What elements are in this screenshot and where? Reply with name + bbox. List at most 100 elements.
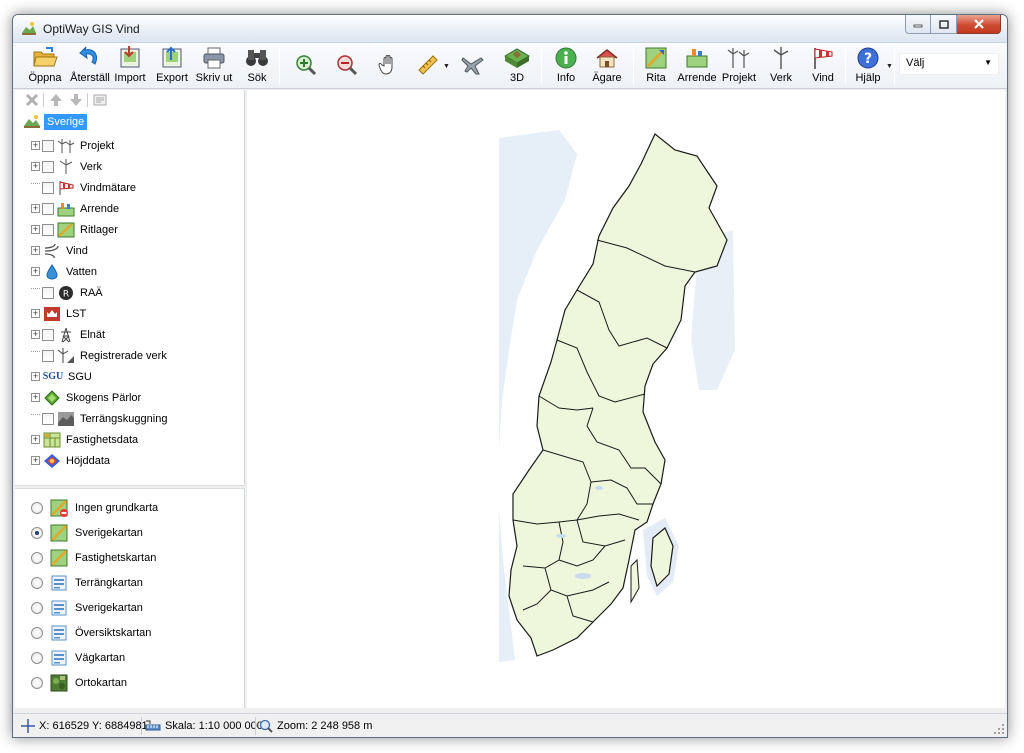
layer-checkbox[interactable] bbox=[42, 181, 54, 194]
close-button[interactable] bbox=[957, 15, 1001, 34]
basemap-option-vagkartan[interactable]: Vägkartan bbox=[31, 647, 125, 669]
sweden-map[interactable] bbox=[247, 90, 1005, 708]
layer-row-ritlager[interactable]: + Ritlager bbox=[31, 219, 118, 240]
layer-row-projekt[interactable]: + Projekt bbox=[31, 135, 114, 156]
lease-button[interactable]: Arrende bbox=[677, 45, 717, 87]
maximize-button[interactable] bbox=[931, 15, 957, 34]
lst-crown-icon bbox=[42, 305, 62, 323]
draw-button[interactable]: Rita bbox=[641, 45, 671, 87]
layer-row-vind[interactable]: + Vind bbox=[31, 240, 88, 261]
basemap-radio[interactable] bbox=[31, 627, 43, 639]
layer-row-skogens-parlor[interactable]: + Skogens Pärlor bbox=[31, 387, 141, 408]
layer-row-fastighetsdata[interactable]: + Fastighetsdata bbox=[31, 429, 138, 450]
basemap-option-oversiktskartan[interactable]: Översiktskartan bbox=[31, 622, 151, 644]
basemap-radio-selected[interactable] bbox=[31, 527, 43, 539]
expand-toggle[interactable]: + bbox=[31, 204, 40, 213]
expand-toggle[interactable]: + bbox=[31, 330, 40, 339]
basemap-radio[interactable] bbox=[31, 552, 43, 564]
expand-toggle[interactable]: + bbox=[31, 141, 40, 150]
window-controls bbox=[905, 15, 1001, 35]
remove-layer-button[interactable] bbox=[23, 91, 41, 109]
zoom-text: Zoom: 2 248 958 m bbox=[277, 720, 373, 732]
expand-toggle[interactable]: + bbox=[31, 309, 40, 318]
layer-row-hojddata[interactable]: + Höjddata bbox=[31, 450, 110, 471]
expand-toggle[interactable]: + bbox=[31, 246, 40, 255]
export-button[interactable]: Export bbox=[155, 45, 189, 87]
3d-view-button[interactable]: 3D bbox=[499, 45, 535, 87]
status-coordinates: X: 616529 Y: 6884981 bbox=[21, 718, 148, 734]
expand-toggle[interactable]: + bbox=[31, 435, 40, 444]
layer-row-vatten[interactable]: + Vatten bbox=[31, 261, 97, 282]
layer-row-elnat[interactable]: + Elnät bbox=[31, 324, 105, 345]
basemap-option-ortokartan[interactable]: Ortokartan bbox=[31, 672, 127, 694]
search-button[interactable]: Sök bbox=[245, 45, 269, 87]
layer-label: Skogens Pärlor bbox=[66, 391, 142, 404]
layer-row-verk[interactable]: + Verk bbox=[31, 156, 102, 177]
open-button[interactable]: Öppna bbox=[27, 45, 63, 87]
toolbar-separator bbox=[894, 48, 895, 84]
expand-toggle[interactable]: + bbox=[31, 267, 40, 276]
layer-checkbox[interactable] bbox=[42, 139, 54, 152]
expand-toggle[interactable]: + bbox=[31, 162, 40, 171]
move-up-button[interactable] bbox=[47, 91, 65, 109]
owner-button[interactable]: Ägare bbox=[591, 45, 623, 87]
zoom-in-button[interactable] bbox=[293, 53, 319, 95]
layer-row-raa[interactable]: R RAÄ bbox=[31, 282, 103, 303]
layer-checkbox[interactable] bbox=[42, 349, 54, 362]
move-down-button[interactable] bbox=[67, 91, 85, 109]
layer-row-terrangskuggning[interactable]: Terrängskuggning bbox=[31, 408, 167, 429]
pan-button[interactable] bbox=[376, 53, 402, 95]
layer-properties-button[interactable] bbox=[91, 91, 109, 109]
basemap-option-fastighetskartan[interactable]: Fastighetskartan bbox=[31, 547, 156, 569]
basemap-option-ingen[interactable]: Ingen grundkarta bbox=[31, 497, 158, 519]
resize-grip-icon[interactable] bbox=[993, 723, 1005, 735]
registered-turbine-icon bbox=[56, 347, 76, 365]
panel-splitter[interactable] bbox=[15, 485, 245, 489]
map-view[interactable] bbox=[247, 90, 1005, 708]
tree-root-label: Sverige bbox=[44, 114, 88, 130]
zoom-out-button[interactable] bbox=[334, 53, 360, 95]
layer-checkbox[interactable] bbox=[42, 328, 54, 341]
layer-row-registrerade-verk[interactable]: Registrerade verk bbox=[31, 345, 167, 366]
wind-button[interactable]: Vind bbox=[809, 45, 837, 87]
info-button[interactable]: Info bbox=[551, 45, 581, 87]
turbine-tool-button[interactable] bbox=[459, 53, 487, 95]
basemap-radio[interactable] bbox=[31, 502, 43, 514]
layer-checkbox[interactable] bbox=[42, 412, 54, 425]
expand-toggle[interactable]: + bbox=[31, 456, 40, 465]
measure-dropdown-icon[interactable]: ▼ bbox=[443, 63, 450, 70]
basemap-option-terrangkartan[interactable]: Terrängkartan bbox=[31, 572, 143, 594]
hillshade-icon bbox=[56, 410, 76, 428]
layer-checkbox[interactable] bbox=[42, 223, 54, 236]
windsock-icon bbox=[56, 179, 76, 197]
layer-checkbox[interactable] bbox=[42, 202, 54, 215]
layer-row-arrende[interactable]: + Arrende bbox=[31, 198, 119, 219]
help-dropdown-icon[interactable]: ▼ bbox=[886, 63, 893, 70]
choose-dropdown[interactable]: Välj ▼ bbox=[899, 53, 999, 75]
tree-root-sverige[interactable]: Sverige bbox=[23, 112, 88, 132]
import-button[interactable]: Import bbox=[113, 45, 147, 87]
print-button[interactable]: Skriv ut bbox=[195, 45, 233, 87]
layer-row-sgu[interactable]: + SGU SGU bbox=[31, 366, 92, 387]
layer-checkbox[interactable] bbox=[42, 286, 54, 299]
basemap-option-sverigekartan-2[interactable]: Sverigekartan bbox=[31, 597, 143, 619]
measure-button[interactable] bbox=[416, 53, 440, 95]
basemap-radio[interactable] bbox=[31, 652, 43, 664]
basemap-radio[interactable] bbox=[31, 677, 43, 689]
reset-button[interactable]: Återställ bbox=[67, 45, 113, 87]
expand-toggle[interactable]: + bbox=[31, 393, 40, 402]
expand-toggle[interactable]: + bbox=[31, 225, 40, 234]
minimize-button[interactable] bbox=[905, 15, 931, 34]
layer-row-lst[interactable]: + LST bbox=[31, 303, 86, 324]
turbine-button[interactable]: Verk bbox=[769, 45, 793, 87]
basemap-radio[interactable] bbox=[31, 577, 43, 589]
app-map-icon bbox=[22, 22, 36, 35]
layer-checkbox[interactable] bbox=[42, 160, 54, 173]
basemap-radio[interactable] bbox=[31, 602, 43, 614]
layer-row-vindmatare[interactable]: Vindmätare bbox=[31, 177, 136, 198]
elevation-icon bbox=[42, 452, 62, 470]
help-button[interactable]: ? Hjälp bbox=[853, 45, 883, 87]
expand-toggle[interactable]: + bbox=[31, 372, 40, 381]
project-button[interactable]: Projekt bbox=[721, 45, 757, 87]
basemap-option-sverigekartan[interactable]: Sverigekartan bbox=[31, 522, 143, 544]
